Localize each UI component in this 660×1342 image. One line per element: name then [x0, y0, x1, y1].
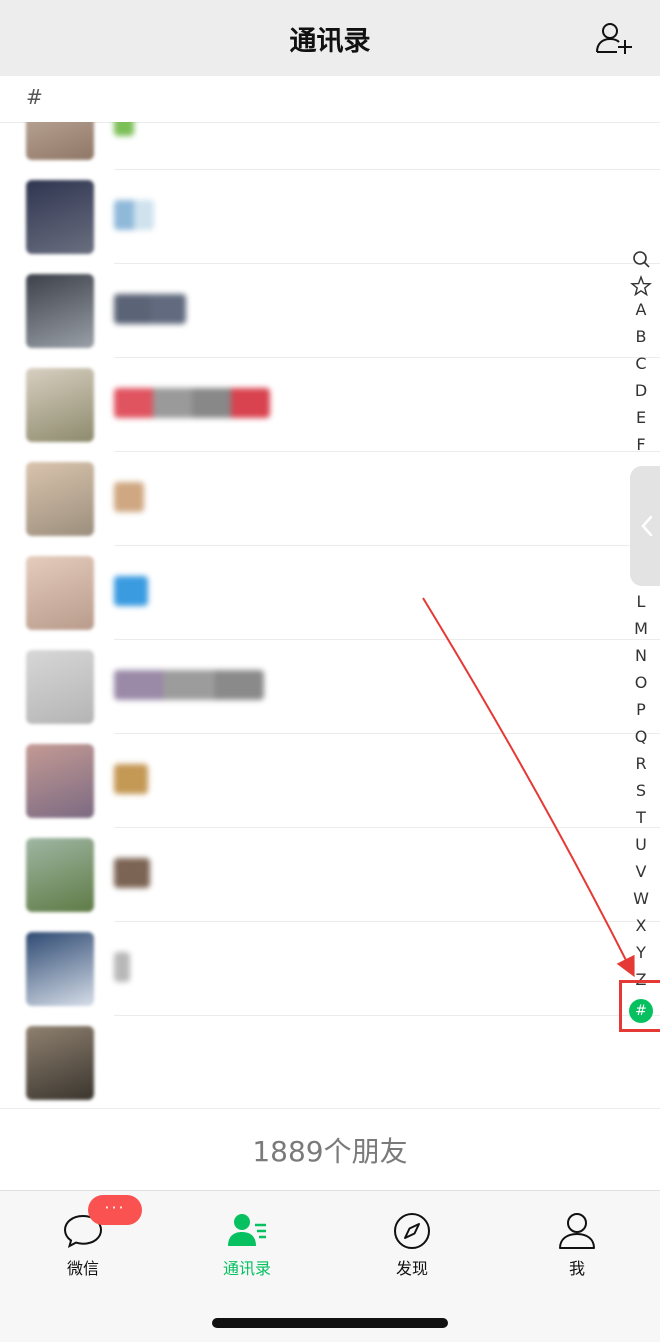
avatar	[26, 932, 94, 1006]
index-letter-p[interactable]: P	[628, 700, 654, 727]
tab-label: 发现	[395, 1259, 428, 1278]
tab-person[interactable]: 我	[517, 1203, 637, 1283]
index-letter-d[interactable]: D	[628, 381, 654, 408]
annotation-highlight-box	[619, 980, 660, 1032]
contacts-icon	[228, 1214, 266, 1246]
avatar	[26, 180, 94, 254]
index-letter-o[interactable]: O	[628, 673, 654, 700]
index-letter-y[interactable]: Y	[628, 943, 654, 970]
contact-name-pixelated	[114, 200, 154, 230]
index-letter-t[interactable]: T	[628, 808, 654, 835]
tab-contacts[interactable]: 通讯录	[187, 1203, 307, 1283]
tab-label: 微信	[66, 1259, 99, 1278]
tab-label: 通讯录	[222, 1259, 271, 1278]
side-handle[interactable]	[630, 466, 660, 586]
avatar	[26, 838, 94, 912]
page-title: 通讯录	[289, 25, 371, 57]
contact-row[interactable]	[0, 546, 660, 640]
avatar	[26, 122, 94, 160]
index-letter-v[interactable]: V	[628, 862, 654, 889]
tab-compass[interactable]: 发现	[352, 1203, 472, 1283]
contact-name-pixelated	[114, 858, 150, 888]
avatar	[26, 650, 94, 724]
index-letter-x[interactable]: X	[628, 916, 654, 943]
section-header-label: #	[26, 85, 43, 109]
index-letter-c[interactable]: C	[628, 354, 654, 381]
tab-label: 我	[568, 1259, 585, 1278]
contact-name-pixelated	[114, 388, 270, 418]
avatar	[26, 462, 94, 536]
index-letter-r[interactable]: R	[628, 754, 654, 781]
index-letter-l[interactable]: L	[628, 592, 654, 619]
contact-row[interactable]	[0, 358, 660, 452]
index-letter-q[interactable]: Q	[628, 727, 654, 754]
contact-row[interactable]	[0, 264, 660, 358]
contact-row[interactable]	[0, 922, 660, 1016]
index-letter-w[interactable]: W	[628, 889, 654, 916]
contact-list[interactable]	[0, 122, 660, 1108]
navigation-bar: 通讯录	[0, 0, 660, 76]
contacts-screen: 通讯录 # 1889个朋友 A B C D E F L M N O P Q R S T U V W X Y Z #	[0, 0, 660, 1342]
index-letter-b[interactable]: B	[628, 327, 654, 354]
contact-name-pixelated	[114, 670, 264, 700]
contact-row[interactable]	[0, 640, 660, 734]
avatar	[26, 744, 94, 818]
person-icon	[559, 1213, 595, 1249]
contact-name-pixelated	[114, 294, 186, 324]
contact-row[interactable]	[0, 1016, 660, 1108]
avatar	[26, 1026, 94, 1100]
index-letter-n[interactable]: N	[628, 646, 654, 673]
chevron-left-icon	[641, 515, 653, 537]
add-contact-icon[interactable]	[594, 18, 634, 58]
contact-row[interactable]	[0, 170, 660, 264]
index-letter-f[interactable]: F	[628, 435, 654, 462]
contact-row[interactable]	[0, 734, 660, 828]
contact-name-pixelated	[114, 952, 130, 982]
avatar	[26, 556, 94, 630]
star-icon[interactable]	[628, 273, 654, 300]
home-indicator	[212, 1318, 448, 1328]
avatar	[26, 274, 94, 348]
compass-icon	[394, 1213, 430, 1249]
index-letter-u[interactable]: U	[628, 835, 654, 862]
unread-badge: ···	[88, 1195, 142, 1225]
index-letter-m[interactable]: M	[628, 619, 654, 646]
contact-name-pixelated	[114, 576, 148, 606]
contact-row[interactable]	[0, 828, 660, 922]
contact-row[interactable]	[0, 122, 660, 170]
search-icon[interactable]	[628, 246, 654, 273]
index-letter-e[interactable]: E	[628, 408, 654, 435]
contact-name-pixelated	[114, 482, 144, 512]
contact-name-pixelated	[114, 122, 134, 136]
contact-name-pixelated	[114, 764, 148, 794]
friend-count: 1889个朋友	[0, 1108, 660, 1191]
section-header: #	[0, 76, 660, 123]
contact-row[interactable]	[0, 452, 660, 546]
index-letter-s[interactable]: S	[628, 781, 654, 808]
avatar	[26, 368, 94, 442]
index-letter-a[interactable]: A	[628, 300, 654, 327]
